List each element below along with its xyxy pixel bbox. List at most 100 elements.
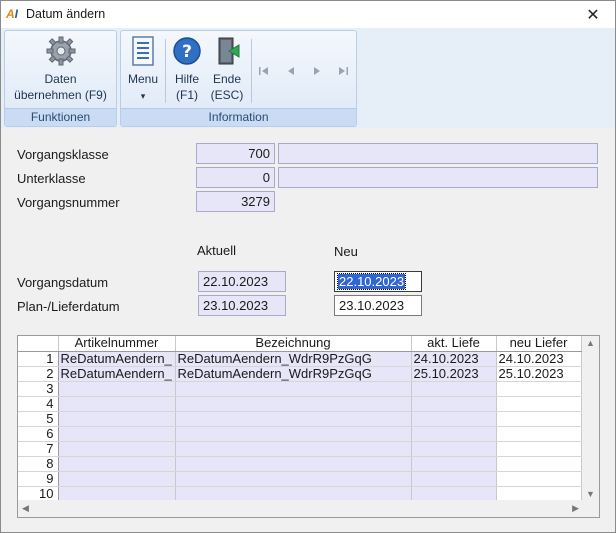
bezeichnung-cell[interactable] (175, 441, 412, 457)
table-row[interactable]: 2 ReDatumAendern_ ReDatumAendern_WdrR9PzGq… (18, 366, 582, 382)
lieferdatum-aktuell-field[interactable]: 23.10.2023 (198, 295, 286, 316)
header-akt-liefer[interactable]: akt. Liefe (411, 336, 497, 352)
table-row[interactable]: 3 (18, 381, 582, 397)
daten-label-line1: Daten (44, 72, 77, 86)
table-row[interactable]: 10 (18, 486, 582, 502)
vorgangsklasse-field[interactable]: 700 (196, 143, 275, 164)
first-record-icon[interactable] (258, 65, 270, 77)
header-neu-liefer[interactable]: neu Liefer (496, 336, 582, 352)
scroll-up-icon[interactable]: ▲ (586, 338, 595, 348)
row-number-cell: 4 (18, 396, 59, 412)
artikelnummer-cell[interactable] (58, 411, 176, 427)
unterklasse-label: Unterklasse (17, 171, 86, 186)
table-row[interactable]: 9 (18, 471, 582, 487)
lieferdatum-neu-input[interactable]: 23.10.2023 (334, 295, 422, 316)
ribbon-group-information: Menu ▾ ? Hilfe (F1) Ende (ESC) Informati… (120, 30, 357, 127)
exit-door-icon (218, 37, 240, 65)
menu-label: Menu (127, 72, 159, 86)
aktuell-column-label: Aktuell (197, 243, 237, 258)
previous-record-icon[interactable] (285, 65, 297, 77)
unterklasse-text-field[interactable] (278, 167, 598, 188)
akt-liefer-cell[interactable]: 25.10.2023 (411, 366, 497, 382)
bezeichnung-cell[interactable] (175, 486, 412, 502)
table-row[interactable]: 4 (18, 396, 582, 412)
vertical-scrollbar[interactable]: ▲ ▼ (582, 336, 599, 501)
header-rownum (18, 336, 59, 352)
next-record-icon[interactable] (311, 65, 323, 77)
neu-liefer-cell[interactable] (496, 441, 582, 457)
daten-uebernehmen-button[interactable]: Daten übernehmen (F9) (9, 35, 112, 103)
hilfe-button[interactable]: ? Hilfe (F1) (169, 35, 205, 103)
artikelnummer-cell[interactable]: ReDatumAendern_ (58, 366, 176, 382)
bezeichnung-cell[interactable] (175, 426, 412, 442)
bezeichnung-cell[interactable] (175, 396, 412, 412)
artikelnummer-cell[interactable]: ReDatumAendern_ (58, 351, 176, 367)
vorgangsklasse-text-field[interactable] (278, 143, 598, 164)
vorgangsklasse-label: Vorgangsklasse (17, 147, 109, 162)
row-number-cell: 10 (18, 486, 59, 502)
menu-button[interactable]: Menu ▾ (125, 35, 161, 104)
neu-liefer-cell[interactable] (496, 471, 582, 487)
neu-liefer-cell[interactable] (496, 486, 582, 502)
akt-liefer-cell[interactable] (411, 396, 497, 412)
row-number-cell: 6 (18, 426, 59, 442)
table-row[interactable]: 7 (18, 441, 582, 457)
scroll-down-icon[interactable]: ▼ (586, 489, 595, 499)
artikelnummer-cell[interactable] (58, 396, 176, 412)
artikelnummer-cell[interactable] (58, 441, 176, 457)
artikelnummer-cell[interactable] (58, 381, 176, 397)
vorgangsdatum-aktuell-field[interactable]: 22.10.2023 (198, 271, 286, 292)
close-button[interactable]: ✕ (571, 1, 615, 28)
neu-liefer-cell[interactable]: 24.10.2023 (496, 351, 582, 367)
bezeichnung-cell[interactable] (175, 456, 412, 472)
unterklasse-field[interactable]: 0 (196, 167, 275, 188)
artikelnummer-cell[interactable] (58, 456, 176, 472)
neu-liefer-cell[interactable] (496, 396, 582, 412)
group-caption-information: Information (121, 108, 356, 126)
bezeichnung-cell[interactable] (175, 471, 412, 487)
bezeichnung-cell[interactable]: ReDatumAendern_WdrR9PzGqG (175, 351, 412, 367)
articles-grid[interactable]: Artikelnummer Bezeichnung akt. Liefe neu… (17, 335, 600, 518)
row-number-cell: 9 (18, 471, 59, 487)
bezeichnung-cell[interactable] (175, 411, 412, 427)
table-row[interactable]: 5 (18, 411, 582, 427)
akt-liefer-cell[interactable]: 24.10.2023 (411, 351, 497, 367)
table-row[interactable]: 6 (18, 426, 582, 442)
scroll-right-icon[interactable]: ▶ (572, 503, 579, 514)
header-artikelnummer[interactable]: Artikelnummer (58, 336, 176, 352)
table-row[interactable]: 8 (18, 456, 582, 472)
neu-liefer-cell[interactable]: 25.10.2023 (496, 366, 582, 382)
akt-liefer-cell[interactable] (411, 441, 497, 457)
neu-liefer-cell[interactable] (496, 456, 582, 472)
neu-liefer-cell[interactable] (496, 411, 582, 427)
neu-liefer-cell[interactable] (496, 381, 582, 397)
row-number-cell: 7 (18, 441, 59, 457)
ende-button[interactable]: Ende (ESC) (207, 35, 247, 103)
articles-table: Artikelnummer Bezeichnung akt. Liefe neu… (18, 336, 582, 502)
last-record-icon[interactable] (337, 65, 349, 77)
vorgangsnummer-field[interactable]: 3279 (196, 191, 275, 212)
title-bar: AI Datum ändern ✕ (1, 1, 615, 28)
table-row[interactable]: 1 ReDatumAendern_ ReDatumAendern_WdrR9PzGq… (18, 351, 582, 367)
header-bezeichnung[interactable]: Bezeichnung (175, 336, 412, 352)
app-logo-icon: AI (6, 7, 19, 21)
group-caption-funktionen: Funktionen (5, 108, 116, 126)
dialog-window: AI Datum ändern ✕ Daten übernehmen (F9) … (0, 0, 616, 533)
bezeichnung-cell[interactable] (175, 381, 412, 397)
bezeichnung-cell[interactable]: ReDatumAendern_WdrR9PzGqG (175, 366, 412, 382)
akt-liefer-cell[interactable] (411, 426, 497, 442)
artikelnummer-cell[interactable] (58, 486, 176, 502)
akt-liefer-cell[interactable] (411, 456, 497, 472)
akt-liefer-cell[interactable] (411, 381, 497, 397)
horizontal-scrollbar[interactable]: ◀ ▶ (18, 500, 599, 517)
artikelnummer-cell[interactable] (58, 426, 176, 442)
artikelnummer-cell[interactable] (58, 471, 176, 487)
scroll-left-icon[interactable]: ◀ (22, 503, 29, 514)
akt-liefer-cell[interactable] (411, 486, 497, 502)
akt-liefer-cell[interactable] (411, 411, 497, 427)
lieferdatum-label: Plan-/Lieferdatum (17, 299, 120, 314)
neu-liefer-cell[interactable] (496, 426, 582, 442)
akt-liefer-cell[interactable] (411, 471, 497, 487)
table-header-row: Artikelnummer Bezeichnung akt. Liefe neu… (18, 336, 582, 352)
vorgangsdatum-neu-input[interactable]: 22.10.2023 (334, 271, 422, 292)
